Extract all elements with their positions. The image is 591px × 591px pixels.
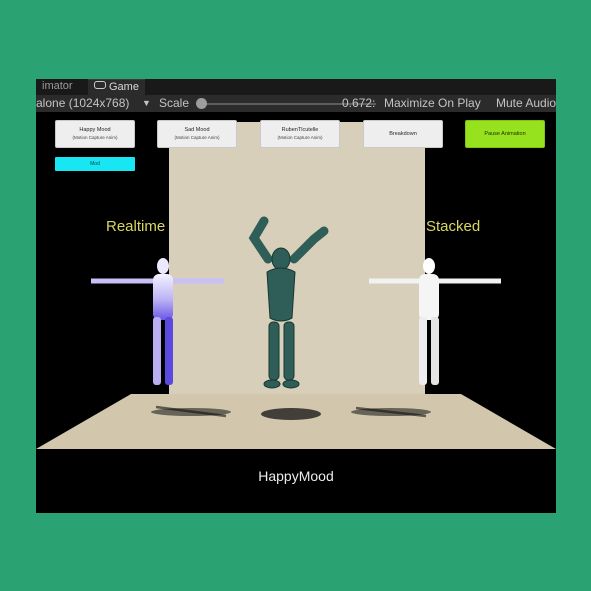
pause-animation-button[interactable]: Pause Animation: [465, 120, 545, 148]
happy-mood-button[interactable]: Happy Mood (Motion Capture Anim): [55, 120, 135, 148]
happy-mood-button-subtitle: (Motion Capture Anim): [72, 135, 118, 140]
sad-mood-button[interactable]: Sad Mood (Motion Capture Anim): [157, 120, 237, 148]
breakdown-button[interactable]: Breakdown: [363, 120, 443, 148]
breakdown-button-title: Breakdown: [389, 130, 417, 137]
scale-slider-handle[interactable]: [196, 98, 207, 109]
game-view-toolbar: alone (1024x768) ▼ Scale 0.672: Maximize…: [36, 95, 556, 112]
dropdown-caret-icon[interactable]: ▼: [142, 98, 151, 108]
unity-editor-window: imator Game alone (1024x768) ▼ Scale 0.6…: [36, 79, 556, 513]
scale-label: Scale: [159, 96, 190, 110]
tab-animator-label: imator: [42, 80, 73, 92]
ruben-animation-button-subtitle: (Motion Capture Anim): [277, 135, 323, 140]
ruben-animation-button-title: RubenTlcutelle: [281, 127, 319, 133]
tab-game-label: Game: [109, 81, 139, 93]
maximize-on-play-toggle[interactable]: Maximize On Play: [384, 96, 481, 110]
pause-animation-button-title: Pause Animation: [484, 130, 526, 137]
resolution-dropdown[interactable]: alone (1024x768): [36, 96, 129, 110]
sad-mood-button-subtitle: (Motion Capture Anim): [174, 135, 220, 140]
stacked-label: Stacked: [426, 218, 481, 235]
mute-audio-toggle[interactable]: Mute Audio: [496, 96, 556, 110]
gamepad-icon: [94, 81, 106, 89]
scale-value: 0.672:: [342, 96, 376, 110]
game-viewport[interactable]: Happy Mood (Motion Capture Anim) Sad Moo…: [36, 112, 556, 513]
tab-game[interactable]: Game: [88, 79, 145, 96]
center-character: [248, 216, 329, 389]
realtime-label: Realtime: [106, 218, 166, 235]
ruben-animation-button[interactable]: RubenTlcutelle (Motion Capture Anim): [260, 120, 340, 148]
editor-tab-bar: imator Game: [36, 79, 556, 96]
current-mood-caption: HappyMood: [258, 468, 334, 484]
happy-mood-button-title: Happy Mood: [79, 127, 111, 133]
sad-mood-button-title: Sad Mood: [184, 127, 210, 133]
tab-animator[interactable]: imator: [36, 79, 79, 95]
mod-button[interactable]: Mod: [55, 157, 135, 171]
